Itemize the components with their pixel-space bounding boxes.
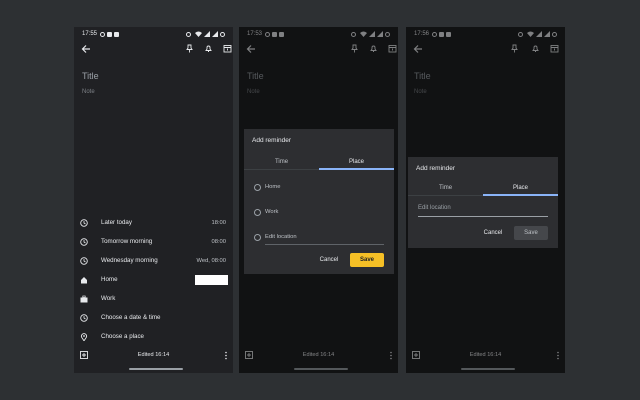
radio-label: Work <box>265 209 279 215</box>
more-vert-icon[interactable] <box>224 351 228 360</box>
radio-work[interactable]: Work <box>254 207 374 217</box>
briefcase-icon <box>80 295 88 302</box>
home-icon <box>81 276 87 283</box>
reminder-bell-icon[interactable] <box>204 44 213 53</box>
save-button[interactable]: Save <box>350 253 384 267</box>
gesture-handle[interactable] <box>129 368 183 370</box>
phone-screen-1: 17:55 Title Note Later today 18:00 Tomor… <box>74 27 233 373</box>
menu-item-choose-date-time[interactable]: Choose a date & time <box>74 308 233 327</box>
radio-label: Home <box>265 184 281 190</box>
radio-circle[interactable] <box>254 183 261 191</box>
wifi-icon <box>195 31 202 37</box>
notification-icon <box>107 31 113 37</box>
menu-item-wednesday-morning[interactable]: Wednesday morning Wed, 08:00 <box>74 251 233 270</box>
radio-home[interactable]: Home <box>254 182 374 192</box>
dialog-title: Add reminder <box>416 165 456 172</box>
menu-item-value: 08:00 <box>211 238 226 245</box>
edited-timestamp: Edited 16:14 <box>137 352 170 358</box>
note-field[interactable]: Note <box>82 89 95 95</box>
clock-icon <box>80 237 88 246</box>
signal-icon <box>212 31 218 37</box>
add-reminder-dialog: Add reminder Time Place Edit location Ca… <box>408 157 558 248</box>
menu-item-label: Work <box>101 295 116 302</box>
title-field[interactable]: Title <box>82 71 99 81</box>
radio-circle[interactable] <box>254 208 261 216</box>
signal-icon <box>204 31 210 37</box>
battery-icon <box>220 31 225 37</box>
edit-location-input[interactable]: Edit location <box>418 205 548 217</box>
app-bar <box>74 43 233 57</box>
menu-item-value: Wed, 08:00 <box>196 257 226 264</box>
reminder-menu: Later today 18:00 Tomorrow morning 08:00… <box>74 213 233 346</box>
status-bar: 17:55 <box>82 30 227 38</box>
menu-item-choose-place[interactable]: Choose a place <box>74 327 233 346</box>
status-time: 17:55 <box>82 31 98 37</box>
clock-icon <box>80 218 88 227</box>
add-reminder-dialog: Add reminder Time Place Home Work Edit l… <box>244 129 394 274</box>
tab-place[interactable]: Place <box>483 182 558 196</box>
phone-screen-2: 17:53 Title Note Edited 16:14 Add remind… <box>239 27 398 373</box>
notification-icon <box>100 31 106 37</box>
save-button[interactable]: Save <box>514 226 548 240</box>
menu-item-work[interactable]: Work <box>74 289 233 308</box>
redaction-box <box>195 274 228 285</box>
tab-time[interactable]: Time <box>408 182 483 196</box>
menu-item-label: Tomorrow morning <box>101 238 153 245</box>
menu-item-label: Choose a date & time <box>101 314 161 321</box>
phone-screen-3: 17:56 Title Note Edited 16:14 Add remind… <box>406 27 565 373</box>
cancel-button[interactable]: Cancel <box>478 226 508 240</box>
vibrate-icon <box>186 31 191 37</box>
pin-icon[interactable] <box>185 44 194 53</box>
menu-item-label: Later today <box>101 219 132 226</box>
clock-icon <box>80 313 88 322</box>
radio-circle[interactable] <box>254 233 261 241</box>
radio-edit-location[interactable]: Edit location <box>254 232 384 245</box>
dialog-tabs: Time Place <box>244 156 394 170</box>
menu-item-tomorrow-morning[interactable]: Tomorrow morning 08:00 <box>74 232 233 251</box>
edit-location-input[interactable]: Edit location <box>265 234 297 240</box>
menu-item-label: Choose a place <box>101 333 144 340</box>
input-underline <box>265 244 384 245</box>
menu-item-value: 18:00 <box>211 219 226 226</box>
bottom-bar: Edited 16:14 <box>74 351 233 361</box>
cancel-button[interactable]: Cancel <box>314 253 344 267</box>
dialog-tabs: Time Place <box>408 182 558 196</box>
back-arrow-icon[interactable] <box>81 44 91 54</box>
tab-time[interactable]: Time <box>244 156 319 170</box>
menu-item-label: Wednesday morning <box>101 257 158 264</box>
tab-place[interactable]: Place <box>319 156 394 170</box>
menu-item-later-today[interactable]: Later today 18:00 <box>74 213 233 232</box>
archive-icon[interactable] <box>223 44 232 53</box>
menu-item-label: Home <box>101 276 118 283</box>
dialog-title: Add reminder <box>252 137 292 144</box>
clock-icon <box>80 256 88 265</box>
notification-icon <box>114 31 120 37</box>
menu-item-home[interactable]: Home <box>74 270 233 289</box>
location-pin-icon <box>80 332 88 341</box>
